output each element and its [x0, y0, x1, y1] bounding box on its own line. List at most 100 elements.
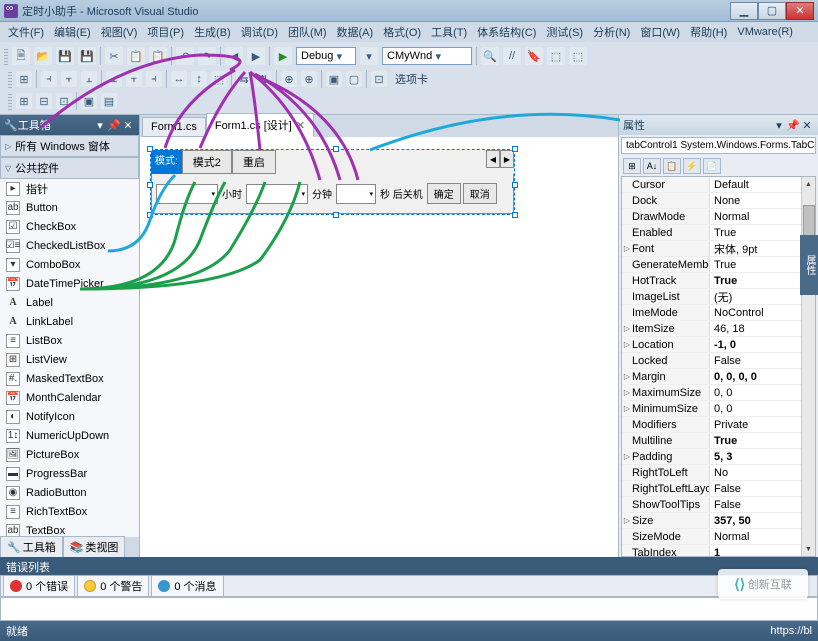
toolbox-item-指针[interactable]: ▸指针	[0, 179, 139, 198]
prop-row-itemsize[interactable]: ▷ItemSize46, 18	[622, 321, 815, 337]
menu-debug[interactable]: 调试(D)	[237, 22, 282, 42]
toolbox-item-checkedlistbox[interactable]: ☑≡CheckedListBox	[0, 236, 139, 255]
menu-test[interactable]: 测试(S)	[542, 22, 587, 42]
tc-scroll-right-icon[interactable]: ▶	[500, 150, 514, 168]
props-categorized-icon[interactable]: ⊞	[623, 158, 641, 174]
bring-front-icon[interactable]: ▣	[326, 71, 342, 87]
platform-icon[interactable]: ▾	[360, 47, 378, 65]
toolbox-item-combobox[interactable]: ▾ComboBox	[0, 255, 139, 274]
align-top-icon[interactable]: ⫠	[106, 71, 122, 87]
comment-icon[interactable]: //	[503, 47, 521, 65]
toolbox-item-checkbox[interactable]: ☑CheckBox	[0, 217, 139, 236]
toolbox-close-icon[interactable]: ✕	[121, 118, 135, 132]
cut-icon[interactable]: ✂	[105, 47, 123, 65]
copy-icon[interactable]: 📋	[127, 47, 145, 65]
prop-row-hottrack[interactable]: HotTrackTrue	[622, 273, 815, 289]
menu-format[interactable]: 格式(O)	[379, 22, 425, 42]
prop-row-multiline[interactable]: MultilineTrue	[622, 433, 815, 449]
align-right-icon[interactable]: ⫠	[81, 71, 97, 87]
warnings-filter[interactable]: 0 个警告	[77, 575, 149, 597]
maximize-button[interactable]: ▢	[758, 2, 786, 20]
toolbox-item-label[interactable]: ALabel	[0, 293, 139, 312]
design-surface[interactable]: 模式: 模式2 重启 ◀ ▶ ▾ 小时 ▾ 分钟 ▾ 秒 后关机 确定	[140, 137, 618, 557]
same-size-icon[interactable]: ⬚	[211, 71, 227, 87]
props-dropdown-icon[interactable]: ▾	[772, 118, 786, 132]
toolbox-group-common[interactable]: ▽公共控件	[0, 157, 139, 179]
menu-edit[interactable]: 编辑(E)	[50, 22, 95, 42]
misc-icon-5[interactable]: ▤	[101, 93, 117, 109]
prop-row-font[interactable]: ▷Font宋体, 9pt	[622, 241, 815, 257]
messages-filter[interactable]: 0 个消息	[151, 575, 223, 597]
start-icon[interactable]: ▶	[274, 47, 292, 65]
toolbox-item-listbox[interactable]: ≡ListBox	[0, 331, 139, 350]
misc-icon-4[interactable]: ▣	[81, 93, 97, 109]
menu-vmware[interactable]: VMware(R)	[733, 24, 797, 40]
side-tab-properties[interactable]: 属性	[800, 235, 818, 295]
tc-combo-hour[interactable]: ▾	[156, 184, 218, 204]
prop-row-margin[interactable]: ▷Margin0, 0, 0, 0	[622, 369, 815, 385]
align-middle-icon[interactable]: ⫟	[126, 71, 142, 87]
new-project-icon[interactable]: 🗎	[12, 47, 30, 65]
save-icon[interactable]: 💾	[56, 47, 74, 65]
menu-team[interactable]: 团队(M)	[284, 22, 331, 42]
prop-row-righttoleft[interactable]: RightToLeftNo	[622, 465, 815, 481]
align-center-icon[interactable]: ⫟	[61, 71, 77, 87]
toolbox-item-textbox[interactable]: abTextBox	[0, 521, 139, 537]
platform-combo[interactable]: CMyWnd▾	[382, 47, 472, 65]
menu-window[interactable]: 窗口(W)	[636, 22, 684, 42]
save-all-icon[interactable]: 💾	[78, 47, 96, 65]
menu-tools[interactable]: 工具(T)	[427, 22, 471, 42]
toolbox-item-datetimepicker[interactable]: 📅DateTimePicker	[0, 274, 139, 293]
menu-analyze[interactable]: 分析(N)	[589, 22, 634, 42]
menu-project[interactable]: 项目(P)	[143, 22, 188, 42]
menu-file[interactable]: 文件(F)	[4, 22, 48, 42]
tc-ok-button[interactable]: 确定	[427, 183, 461, 204]
misc-icon-2[interactable]: ⊟	[36, 93, 52, 109]
prop-row-generatemember[interactable]: GenerateMemberTrue	[622, 257, 815, 273]
tc-tab-1[interactable]: 模式2	[182, 150, 232, 174]
bookmark-icon[interactable]: 🔖	[525, 47, 543, 65]
tc-scroll-left-icon[interactable]: ◀	[486, 150, 500, 168]
ext2-icon[interactable]: ⬚	[569, 47, 587, 65]
prop-row-location[interactable]: ▷Location-1, 0	[622, 337, 815, 353]
send-back-icon[interactable]: ▢	[346, 71, 362, 87]
misc-icon-1[interactable]: ⊞	[16, 93, 32, 109]
prop-row-enabled[interactable]: EnabledTrue	[622, 225, 815, 241]
center-h-icon[interactable]: ⊕	[281, 71, 297, 87]
toolbox-item-maskedtextbox[interactable]: #.MaskedTextBox	[0, 369, 139, 388]
prop-row-tabindex[interactable]: TabIndex1	[622, 545, 815, 557]
prop-row-size[interactable]: ▷Size357, 50	[622, 513, 815, 529]
toolbox-item-linklabel[interactable]: ALinkLabel	[0, 312, 139, 331]
toolbox-item-radiobutton[interactable]: ◉RadioButton	[0, 483, 139, 502]
prop-row-locked[interactable]: LockedFalse	[622, 353, 815, 369]
prop-row-padding[interactable]: ▷Padding5, 3	[622, 449, 815, 465]
prop-row-showtooltips[interactable]: ShowToolTipsFalse	[622, 497, 815, 513]
doc-tab-form1-design[interactable]: Form1.cs [设计]✕	[206, 113, 314, 137]
toolbox-item-numericupdown[interactable]: 1↕NumericUpDown	[0, 426, 139, 445]
close-tab-icon[interactable]: ✕	[296, 119, 305, 132]
prop-row-imagelist[interactable]: ImageList(无)	[622, 289, 815, 305]
toolbox-group-all[interactable]: ▷所有 Windows 窗体	[0, 135, 139, 157]
props-events-icon[interactable]: ⚡	[683, 158, 701, 174]
scroll-up-icon[interactable]: ▲	[802, 177, 815, 191]
tab-order-icon[interactable]: ⊡	[371, 71, 387, 87]
toolbox-dropdown-icon[interactable]: ▾	[93, 118, 107, 132]
menu-data[interactable]: 数据(A)	[333, 22, 378, 42]
align-left-icon[interactable]: ⫞	[41, 71, 57, 87]
prop-row-modifiers[interactable]: ModifiersPrivate	[622, 417, 815, 433]
menu-view[interactable]: 视图(V)	[97, 22, 142, 42]
nav-back-icon[interactable]: ◀	[225, 47, 243, 65]
props-pages-icon[interactable]: 📄	[703, 158, 721, 174]
menu-build[interactable]: 生成(B)	[190, 22, 235, 42]
ext-icon[interactable]: ⬚	[547, 47, 565, 65]
prop-row-drawmode[interactable]: DrawModeNormal	[622, 209, 815, 225]
props-scrollbar[interactable]: ▲ ▼	[801, 177, 815, 556]
tab-toolbox[interactable]: 🔧工具箱	[0, 536, 63, 557]
config-combo[interactable]: Debug▾	[296, 47, 356, 65]
toolbar-grip[interactable]	[4, 47, 8, 65]
doc-tab-form1cs[interactable]: Form1.cs	[142, 117, 206, 137]
toolbox-item-button[interactable]: abButton	[0, 198, 139, 217]
props-alpha-icon[interactable]: A↓	[643, 158, 661, 174]
tabcontrol-designer[interactable]: 模式: 模式2 重启 ◀ ▶ ▾ 小时 ▾ 分钟 ▾ 秒 后关机 确定	[150, 149, 515, 215]
toolbox-item-monthcalendar[interactable]: 📅MonthCalendar	[0, 388, 139, 407]
